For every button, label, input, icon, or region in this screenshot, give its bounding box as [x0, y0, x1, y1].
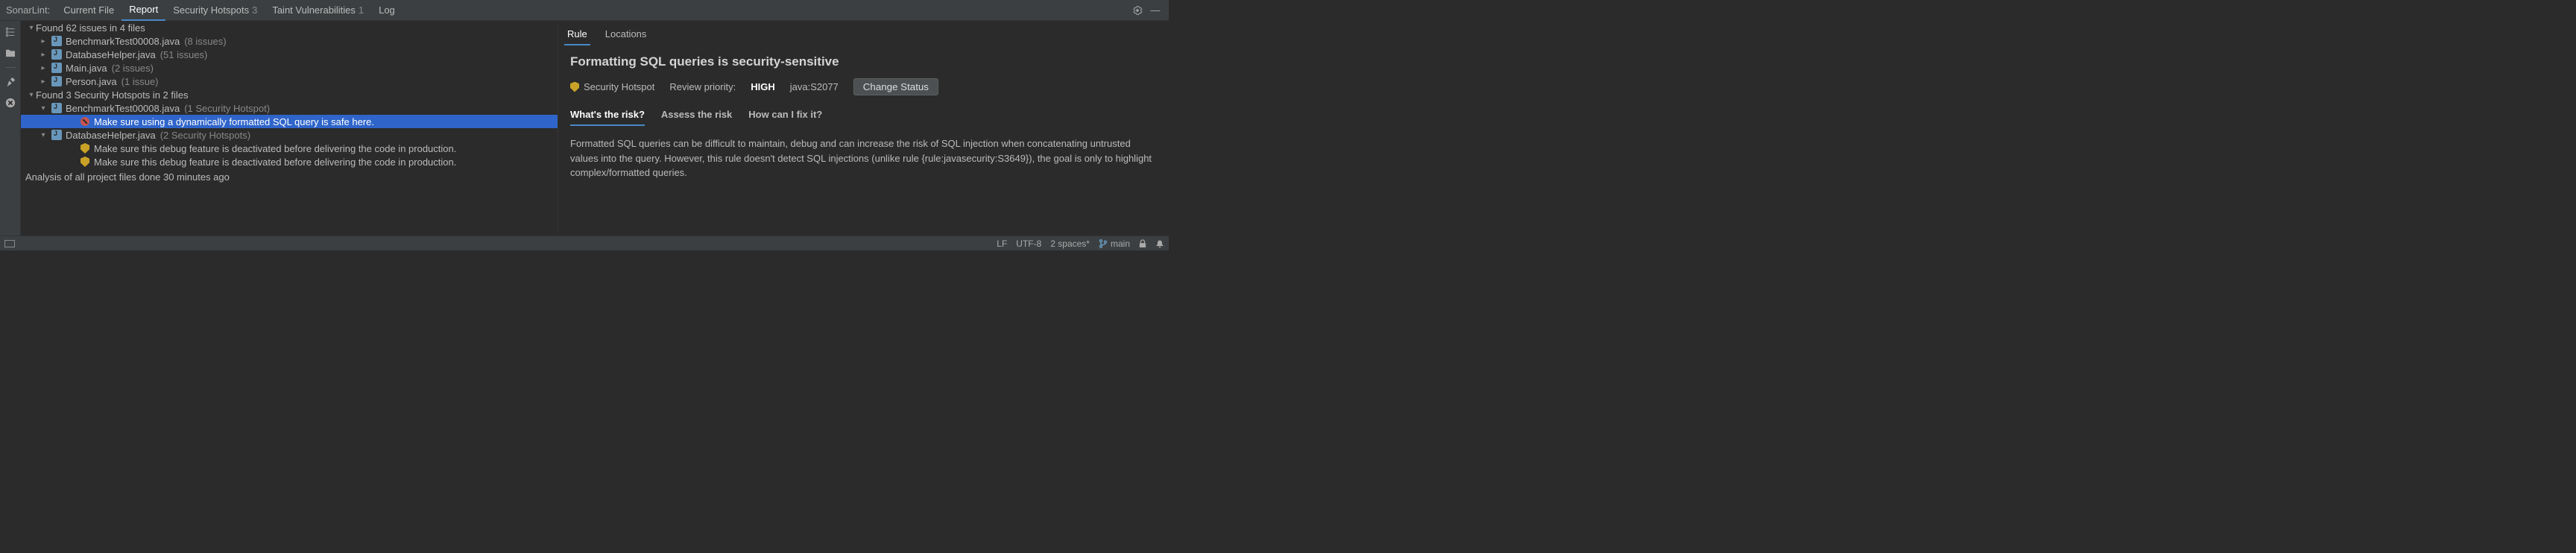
- tree-view-icon[interactable]: [4, 25, 17, 39]
- rule-id: java:S2077: [790, 81, 839, 92]
- rule-description: Formatted SQL queries can be difficult t…: [558, 126, 1169, 191]
- top-tab-taint-vulnerabilities[interactable]: Taint Vulnerabilities1: [265, 0, 371, 21]
- node-label: BenchmarkTest00008.java: [66, 103, 180, 114]
- issue-item[interactable]: Make sure this debug feature is deactiva…: [21, 142, 558, 155]
- minimize-icon[interactable]: —: [1148, 3, 1163, 18]
- shield-icon: [570, 82, 579, 92]
- file-node[interactable]: ▸ DatabaseHelper.java (51 issues): [21, 48, 558, 61]
- node-label: Person.java: [66, 76, 117, 87]
- expand-arrow[interactable]: ▸: [39, 78, 48, 86]
- node-label: Make sure using a dynamically formatted …: [94, 116, 374, 127]
- top-tab-log[interactable]: Log: [371, 0, 402, 21]
- change-status-button[interactable]: Change Status: [853, 78, 938, 95]
- expand-arrow[interactable]: ▾: [39, 131, 48, 139]
- file-node[interactable]: ▾ BenchmarkTest00008.java (1 Security Hots…: [21, 101, 558, 115]
- shield-icon: [80, 157, 89, 167]
- expand-arrow[interactable]: ▸: [39, 51, 48, 59]
- file-node[interactable]: ▸ Main.java (2 issues): [21, 61, 558, 75]
- java-icon: [51, 130, 62, 140]
- line-ending[interactable]: LF: [997, 238, 1007, 249]
- top-tab-security-hotspots[interactable]: Security Hotspots3: [165, 0, 265, 21]
- gear-icon[interactable]: [1130, 3, 1145, 18]
- tool-gutter: [0, 21, 21, 236]
- expand-arrow[interactable]: ▾: [39, 104, 48, 113]
- detail-tab-rule[interactable]: Rule: [564, 24, 590, 45]
- hotspot-type: Security Hotspot: [570, 81, 654, 92]
- java-icon: [51, 103, 62, 113]
- priority-value: HIGH: [751, 81, 775, 92]
- node-meta: (51 issues): [160, 49, 208, 60]
- node-label: DatabaseHelper.java: [66, 130, 156, 141]
- issue-item[interactable]: Make sure using a dynamically formatted …: [21, 115, 558, 128]
- issues-tree[interactable]: ▾Found 62 issues in 4 files▸BenchmarkTes…: [21, 21, 558, 236]
- top-tab-report[interactable]: Report: [121, 0, 165, 21]
- group-node[interactable]: ▾Found 3 Security Hotspots in 2 files: [21, 88, 558, 101]
- expand-arrow[interactable]: ▾: [27, 24, 36, 32]
- node-meta: (2 issues): [112, 63, 154, 74]
- node-meta: (2 Security Hotspots): [160, 130, 250, 141]
- sub-tab-assess-the-risk[interactable]: Assess the risk: [661, 104, 732, 126]
- java-icon: [51, 76, 62, 86]
- node-meta: (1 issue): [121, 76, 159, 87]
- sub-tab-what-s-the-risk-[interactable]: What's the risk?: [570, 104, 645, 126]
- java-icon: [51, 36, 62, 46]
- shield-icon: [80, 143, 89, 154]
- review-priority: Review priority:: [669, 81, 736, 92]
- bell-icon[interactable]: [1155, 239, 1164, 248]
- encoding[interactable]: UTF-8: [1016, 238, 1041, 249]
- node-meta: (1 Security Hotspot): [184, 103, 270, 114]
- expand-arrow[interactable]: ▸: [39, 37, 48, 45]
- cancel-icon[interactable]: [4, 96, 17, 110]
- node-label: BenchmarkTest00008.java: [66, 36, 180, 47]
- file-node[interactable]: ▸ Person.java (1 issue): [21, 75, 558, 88]
- java-icon: [51, 63, 62, 73]
- sonarlint-tab-bar: SonarLint: Current FileReportSecurity Ho…: [0, 0, 1169, 21]
- tools-icon[interactable]: [4, 75, 17, 89]
- file-node[interactable]: ▸ BenchmarkTest00008.java (8 issues): [21, 34, 558, 48]
- node-label: Make sure this debug feature is deactiva…: [94, 157, 456, 168]
- git-branch[interactable]: main: [1099, 238, 1130, 249]
- panel-label: SonarLint:: [6, 4, 50, 16]
- node-label: Found 62 issues in 4 files: [36, 22, 145, 34]
- node-meta: (8 issues): [184, 36, 226, 47]
- status-bar: LF UTF-8 2 spaces* main: [0, 236, 1169, 250]
- node-label: DatabaseHelper.java: [66, 49, 156, 60]
- separator-icon: [5, 67, 16, 68]
- group-node[interactable]: ▾Found 62 issues in 4 files: [21, 21, 558, 34]
- top-tab-current-file[interactable]: Current File: [56, 0, 121, 21]
- indent-info[interactable]: 2 spaces*: [1050, 238, 1090, 249]
- lock-icon[interactable]: [1139, 239, 1146, 248]
- java-icon: [51, 49, 62, 60]
- rule-detail-panel: Rule Locations Formatting SQL queries is …: [558, 21, 1169, 236]
- node-label: Found 3 Security Hotspots in 2 files: [36, 89, 189, 101]
- expand-arrow[interactable]: ▸: [39, 64, 48, 72]
- node-label: Make sure this debug feature is deactiva…: [94, 143, 456, 154]
- terminal-icon[interactable]: [4, 240, 15, 247]
- analysis-status: Analysis of all project files done 30 mi…: [21, 168, 558, 186]
- expand-arrow[interactable]: ▾: [27, 91, 36, 99]
- detail-tab-locations[interactable]: Locations: [602, 24, 650, 45]
- node-label: Main.java: [66, 63, 107, 74]
- file-node[interactable]: ▾ DatabaseHelper.java (2 Security Hotspots…: [21, 128, 558, 142]
- rule-title: Formatting SQL queries is security-sensi…: [558, 45, 1169, 75]
- issue-item[interactable]: Make sure this debug feature is deactiva…: [21, 155, 558, 168]
- sub-tab-how-can-i-fix-it-[interactable]: How can I fix it?: [748, 104, 822, 126]
- folder-icon[interactable]: [4, 46, 17, 60]
- block-icon: [80, 117, 89, 126]
